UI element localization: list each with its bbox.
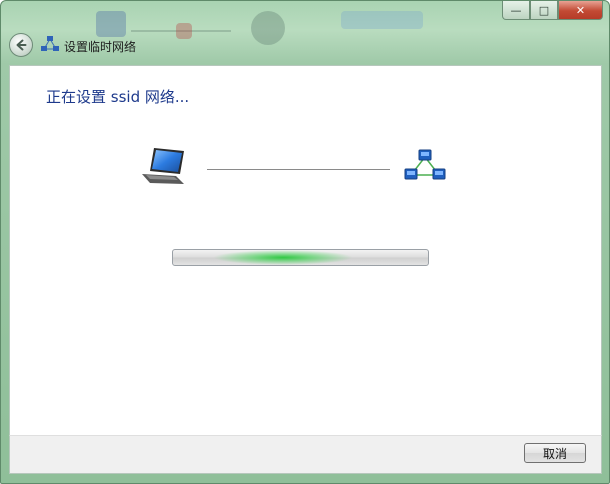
back-arrow-icon (16, 39, 27, 51)
background-blur (251, 11, 285, 45)
maximize-button[interactable]: □ (530, 1, 558, 20)
progress-bar (172, 249, 429, 266)
back-button[interactable] (9, 33, 33, 57)
progress-marquee (213, 250, 353, 265)
network-icon (41, 36, 59, 51)
cancel-button[interactable]: 取消 (524, 443, 586, 463)
window-title: 设置临时网络 (64, 40, 137, 54)
status-heading: 正在设置 ssid 网络... (46, 88, 190, 106)
background-blur (341, 11, 423, 29)
background-blur (176, 23, 192, 39)
button-bar: 取消 (9, 435, 602, 474)
connection-line (207, 169, 390, 170)
content-area: 正在设置 ssid 网络... (9, 65, 602, 436)
dialog-window: — □ ✕ 设置临时网络 正在设置 ssid 网络... 取消 (0, 0, 610, 484)
caption-buttons: — □ ✕ (502, 1, 603, 20)
ad-hoc-network-icon (404, 149, 446, 180)
background-blur (96, 11, 126, 37)
laptop-icon (142, 148, 184, 184)
minimize-button[interactable]: — (502, 1, 530, 20)
close-button[interactable]: ✕ (558, 1, 603, 20)
